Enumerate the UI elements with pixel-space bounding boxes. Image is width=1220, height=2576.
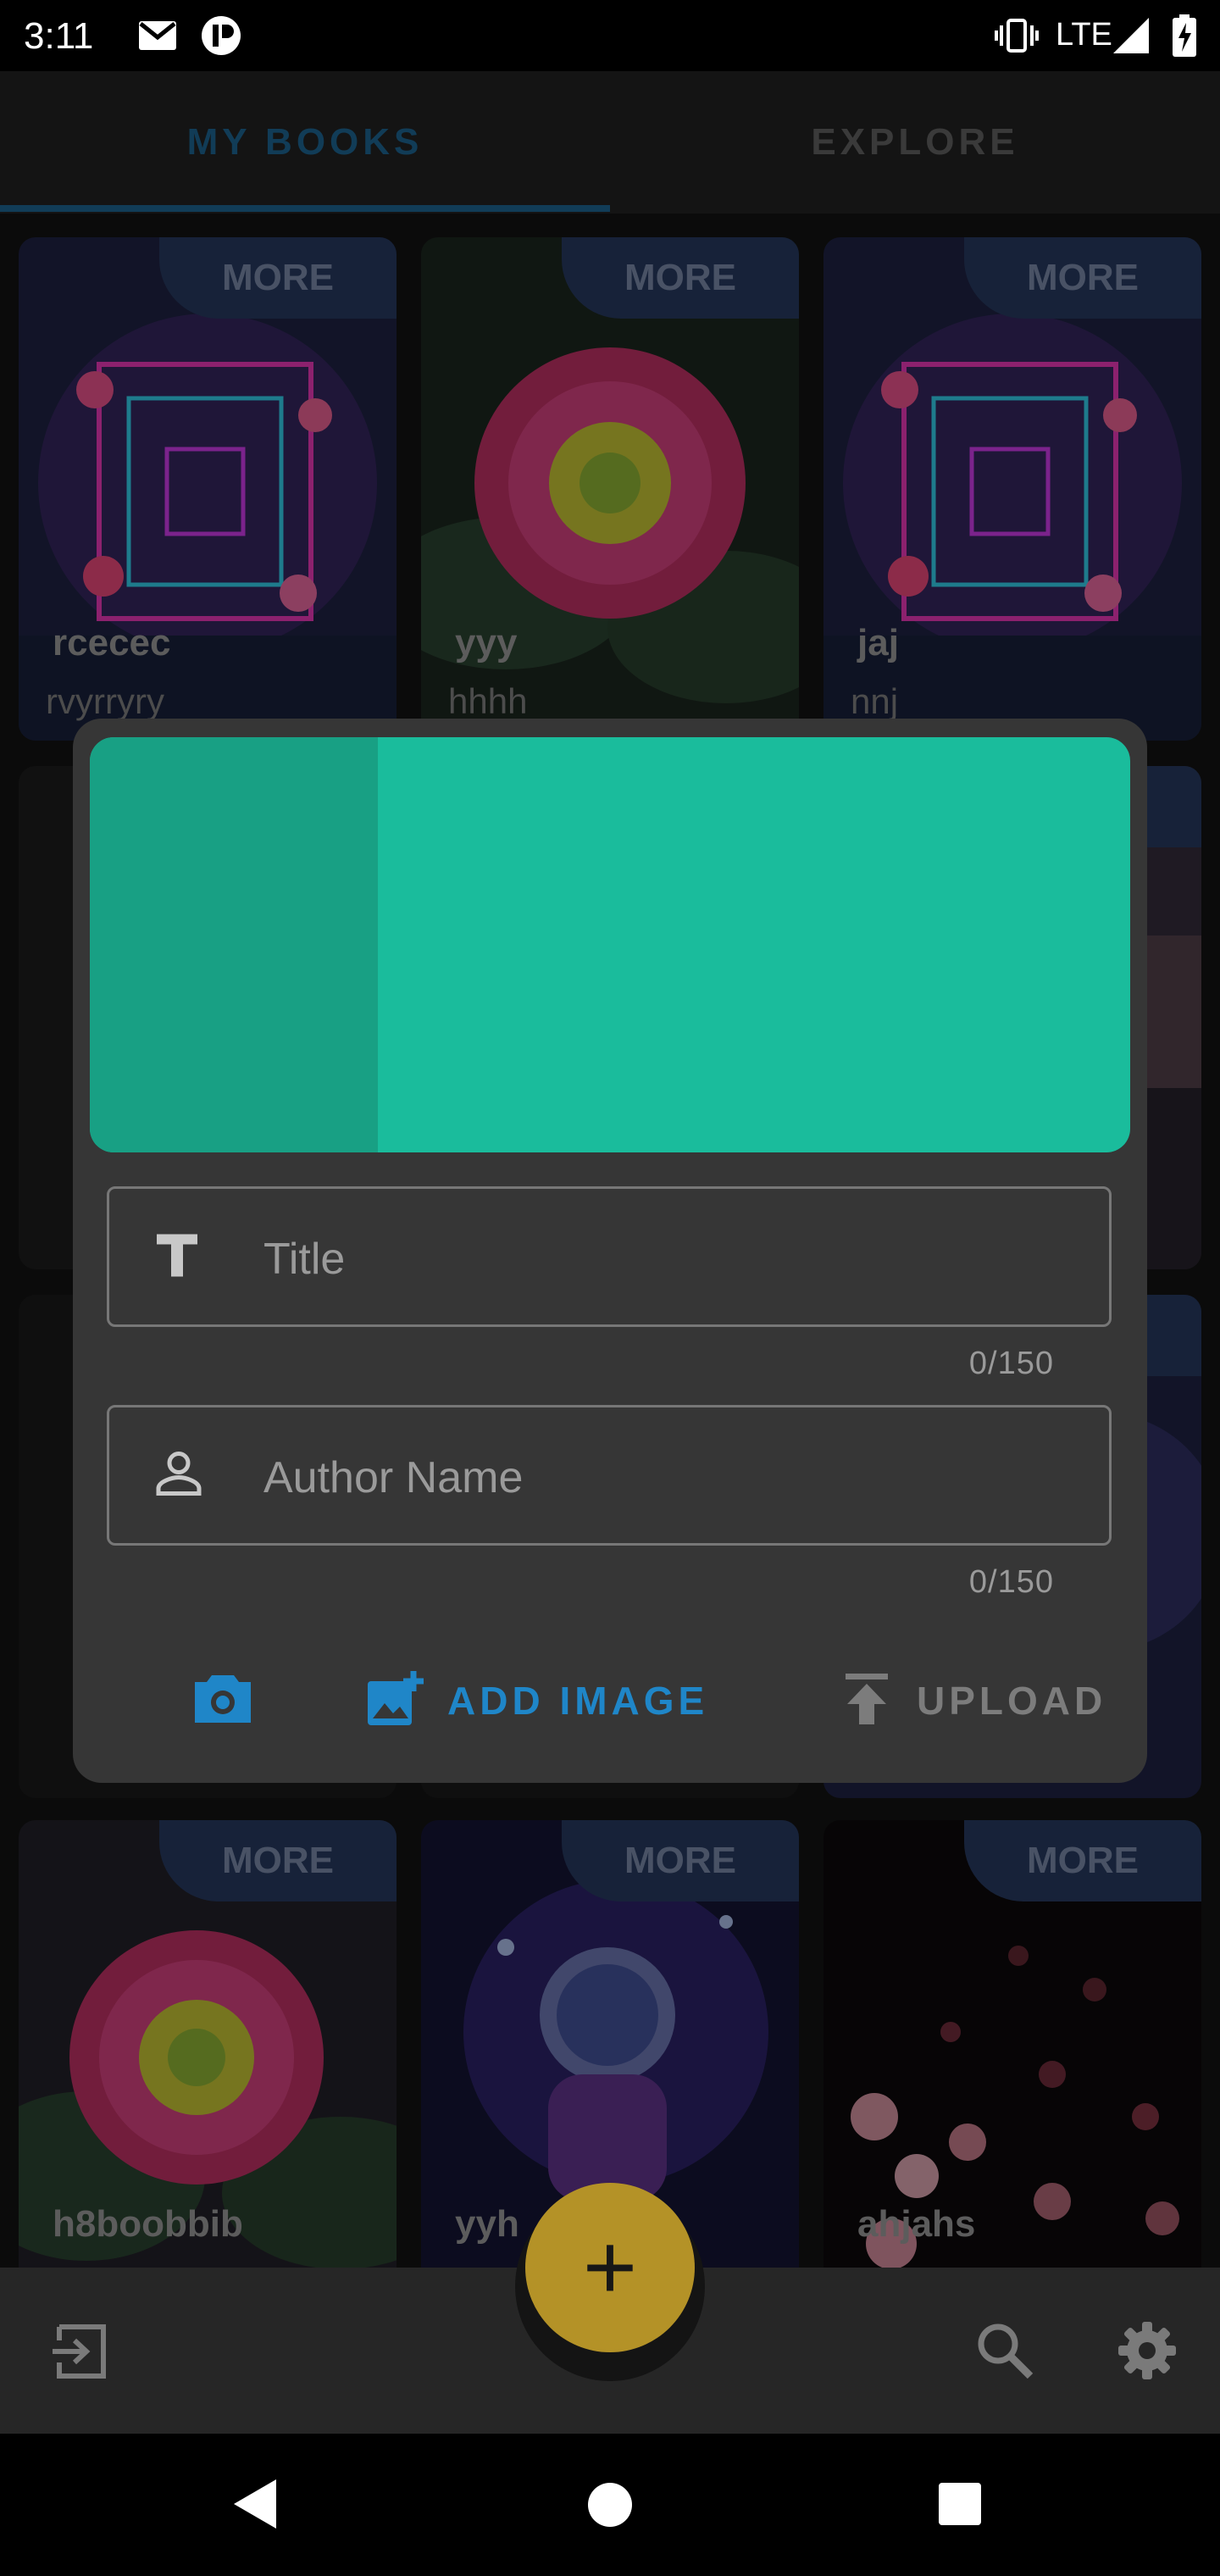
camera-icon bbox=[191, 1672, 254, 1730]
vibrate-icon bbox=[995, 15, 1039, 56]
recents-icon[interactable] bbox=[937, 2481, 983, 2531]
app-notification-icon bbox=[200, 15, 242, 56]
title-input[interactable] bbox=[263, 1223, 1077, 1296]
upload-label: UPLOAD bbox=[917, 1679, 1107, 1723]
back-icon[interactable] bbox=[230, 2478, 278, 2534]
camera-button[interactable] bbox=[191, 1646, 254, 1756]
battery-charging-icon bbox=[1171, 14, 1198, 57]
new-book-dialog: 0/150 0/150 ADD IMAGE UPLOAD bbox=[73, 719, 1147, 1783]
add-photo-icon bbox=[364, 1669, 425, 1733]
network-type: LTE bbox=[1056, 17, 1112, 53]
title-field[interactable] bbox=[107, 1186, 1112, 1327]
author-counter: 0/150 bbox=[968, 1564, 1054, 1600]
upload-icon bbox=[844, 1672, 890, 1730]
title-counter: 0/150 bbox=[968, 1346, 1054, 1381]
logout-icon[interactable] bbox=[51, 2323, 110, 2384]
status-bar: 3:11 LTE bbox=[0, 0, 1220, 71]
status-time: 3:11 bbox=[24, 15, 94, 57]
system-navigation-bar bbox=[0, 2434, 1220, 2576]
settings-icon[interactable] bbox=[1117, 2320, 1178, 2385]
upload-button[interactable]: UPLOAD bbox=[844, 1646, 1106, 1756]
home-icon[interactable] bbox=[586, 2481, 634, 2533]
add-image-label: ADD IMAGE bbox=[447, 1679, 709, 1723]
author-input[interactable] bbox=[263, 1441, 1077, 1514]
person-icon bbox=[153, 1448, 204, 1503]
search-icon[interactable] bbox=[976, 2322, 1034, 2384]
author-field[interactable] bbox=[107, 1405, 1112, 1546]
text-format-icon bbox=[153, 1231, 201, 1283]
dialog-actions: ADD IMAGE UPLOAD bbox=[73, 1646, 1147, 1756]
book-spine bbox=[90, 737, 378, 1152]
book-cover-preview[interactable] bbox=[90, 737, 1130, 1152]
add-book-fab[interactable]: + bbox=[525, 2183, 695, 2352]
signal-icon bbox=[1112, 15, 1151, 56]
gmail-icon bbox=[137, 15, 178, 56]
add-image-button[interactable]: ADD IMAGE bbox=[364, 1646, 708, 1756]
